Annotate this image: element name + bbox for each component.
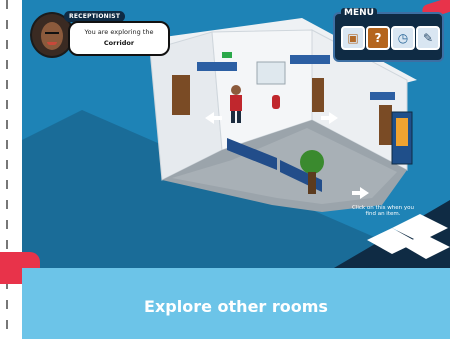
person-head xyxy=(231,85,241,95)
notes-button[interactable]: ✎ xyxy=(416,26,440,50)
noticeboard xyxy=(256,61,286,85)
dashed-divider xyxy=(6,0,8,339)
menu-title: MENU xyxy=(341,8,377,18)
person-body xyxy=(230,95,242,111)
bag-icon: ▣ xyxy=(347,31,359,45)
avatar-eyes xyxy=(45,32,59,37)
reception-door xyxy=(172,75,190,115)
explore-rooms-label: Explore other rooms xyxy=(144,297,328,316)
avatar-mouth xyxy=(47,42,57,45)
explore-rooms-banner[interactable]: Explore other rooms xyxy=(22,268,450,339)
pharmacy-door xyxy=(312,78,324,112)
inventory-button[interactable]: ▣ xyxy=(341,26,365,50)
fire-extinguisher xyxy=(272,95,280,109)
game-viewport: RECEPTIONIST You are exploring the Corri… xyxy=(22,0,450,275)
menu-panel: MENU ▣ ? ◷ ✎ xyxy=(333,8,444,62)
timer-button[interactable]: ◷ xyxy=(391,26,415,50)
person-leg-right xyxy=(237,111,241,123)
bubble-line-1: You are exploring the xyxy=(84,28,154,36)
item-hint: Click on this when you find an item. xyxy=(352,205,414,217)
help-button[interactable]: ? xyxy=(366,26,390,50)
question-icon: ? xyxy=(374,31,382,45)
plant-leaves xyxy=(300,150,324,174)
person-leg-left xyxy=(231,111,235,123)
ophthalmology-sign xyxy=(370,92,395,100)
reception-sign xyxy=(197,62,237,71)
clock-icon: ◷ xyxy=(397,31,409,45)
right-door xyxy=(379,105,392,145)
bubble-line-2: Corridor xyxy=(103,39,135,47)
vending-glass xyxy=(396,118,408,146)
notepad-icon: ✎ xyxy=(422,31,434,45)
plant-pot xyxy=(308,172,316,194)
exit-sign xyxy=(222,52,232,58)
pharmacy-sign xyxy=(290,55,330,64)
speech-bubble: You are exploring the Corridor xyxy=(68,21,170,56)
receptionist-dialog: RECEPTIONIST You are exploring the Corri… xyxy=(30,10,175,58)
